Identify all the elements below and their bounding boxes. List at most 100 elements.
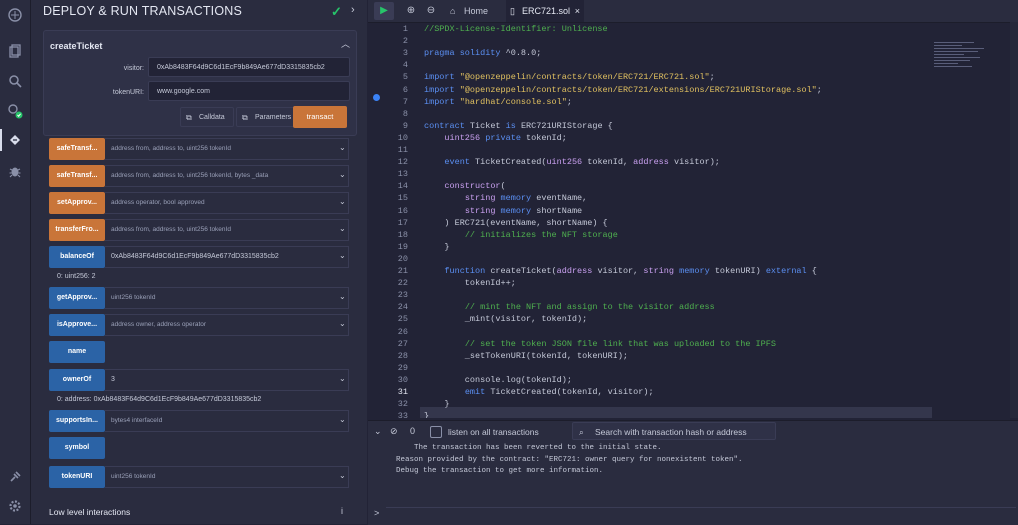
- minimap[interactable]: [934, 42, 994, 92]
- code-line[interactable]: import "hardhat/console.sol";: [424, 97, 572, 107]
- function-argument-input[interactable]: uint256 tokenId: [105, 466, 349, 488]
- line-number[interactable]: 12: [382, 157, 408, 167]
- calldata-button[interactable]: ⧉ Calldata: [180, 107, 234, 127]
- line-number[interactable]: 7: [382, 97, 408, 107]
- line-number[interactable]: 17: [382, 218, 408, 228]
- function-button[interactable]: ownerOf: [49, 369, 105, 391]
- run-button[interactable]: ▶: [374, 2, 394, 20]
- code-line[interactable]: function createTicket(address visitor, s…: [424, 266, 816, 276]
- code-line[interactable]: string memory eventName,: [424, 193, 587, 203]
- code-line[interactable]: tokenId++;: [424, 278, 516, 288]
- line-number[interactable]: 14: [382, 181, 408, 191]
- transact-button[interactable]: transact: [293, 106, 347, 128]
- code-line[interactable]: string memory shortName: [424, 206, 582, 216]
- code-line[interactable]: emit TicketCreated(tokenId, visitor);: [424, 387, 654, 397]
- function-button[interactable]: safeTransf...: [49, 165, 105, 187]
- zoom-in-icon[interactable]: ⊕: [402, 3, 420, 19]
- clear-console-icon[interactable]: ⊘: [390, 426, 398, 437]
- code-line[interactable]: pragma solidity ^0.8.0;: [424, 48, 541, 58]
- code-line[interactable]: }: [424, 411, 429, 418]
- line-number[interactable]: 1: [382, 24, 408, 34]
- line-number[interactable]: 20: [382, 254, 408, 264]
- debugger-icon[interactable]: [6, 162, 24, 180]
- breakpoint-icon[interactable]: [373, 94, 380, 101]
- line-number[interactable]: 23: [382, 290, 408, 300]
- compiler-icon[interactable]: [6, 102, 24, 120]
- line-number[interactable]: 19: [382, 242, 408, 252]
- visitor-input[interactable]: 0xAb8483F64d9C6d1EcF9b849Ae677dD3315835c…: [148, 57, 350, 77]
- line-number[interactable]: 16: [382, 206, 408, 216]
- code-line[interactable]: _setTokenURI(tokenId, tokenURI);: [424, 351, 628, 361]
- chevron-down-icon[interactable]: ⌄: [339, 292, 346, 301]
- plugin-icon[interactable]: [6, 468, 24, 486]
- chevron-down-icon[interactable]: ⌄: [339, 374, 346, 383]
- line-number[interactable]: 32: [382, 399, 408, 409]
- tab-erc721[interactable]: ▯ ERC721.sol ×: [506, 0, 584, 22]
- line-number[interactable]: 5: [382, 72, 408, 82]
- line-number[interactable]: 28: [382, 351, 408, 361]
- function-argument-input[interactable]: 3: [105, 369, 349, 391]
- function-button[interactable]: balanceOf: [49, 246, 105, 268]
- function-button[interactable]: getApprov...: [49, 287, 105, 309]
- line-number[interactable]: 26: [382, 327, 408, 337]
- line-number[interactable]: 9: [382, 121, 408, 131]
- chevron-right-icon[interactable]: ›: [351, 4, 355, 16]
- chevron-down-icon[interactable]: ⌄: [339, 143, 346, 152]
- code-line[interactable]: console.log(tokenId);: [424, 375, 572, 385]
- collapse-terminal-icon[interactable]: ⌄: [374, 426, 382, 437]
- code-line[interactable]: }: [424, 399, 449, 409]
- code-line[interactable]: import "@openzeppelin/contracts/token/ER…: [424, 72, 715, 82]
- line-number[interactable]: 33: [382, 411, 408, 418]
- terminal-input[interactable]: [386, 507, 1016, 524]
- line-number[interactable]: 27: [382, 339, 408, 349]
- chevron-down-icon[interactable]: ⌄: [339, 224, 346, 233]
- line-number[interactable]: 30: [382, 375, 408, 385]
- function-argument-input[interactable]: address from, address to, uint256 tokenI…: [105, 138, 349, 160]
- function-argument-input[interactable]: uint256 tokenId: [105, 287, 349, 309]
- code-line[interactable]: import "@openzeppelin/contracts/token/ER…: [424, 85, 822, 95]
- tokenuri-input[interactable]: www.google.com: [148, 81, 350, 101]
- editor-scrollbar[interactable]: [1010, 22, 1018, 418]
- line-number[interactable]: 21: [382, 266, 408, 276]
- code-line[interactable]: _mint(visitor, tokenId);: [424, 314, 587, 324]
- line-number[interactable]: 2: [382, 36, 408, 46]
- chevron-down-icon[interactable]: ⌄: [339, 251, 346, 260]
- function-button[interactable]: name: [49, 341, 105, 363]
- chevron-up-icon[interactable]: ︿: [341, 37, 350, 50]
- settings-icon[interactable]: [6, 497, 24, 515]
- function-button[interactable]: tokenURI: [49, 466, 105, 488]
- function-argument-input[interactable]: address owner, address operator: [105, 314, 349, 336]
- line-number[interactable]: 24: [382, 302, 408, 312]
- line-number[interactable]: 15: [382, 193, 408, 203]
- chevron-down-icon[interactable]: ⌄: [339, 197, 346, 206]
- line-number[interactable]: 13: [382, 169, 408, 179]
- line-number[interactable]: 6: [382, 85, 408, 95]
- code-line[interactable]: constructor(: [424, 181, 505, 191]
- code-line[interactable]: ) ERC721(eventName, shortName) {: [424, 218, 607, 228]
- function-argument-input[interactable]: bytes4 interfaceId: [105, 410, 349, 432]
- function-argument-input[interactable]: address from, address to, uint256 tokenI…: [105, 219, 349, 241]
- chevron-down-icon[interactable]: ⌄: [339, 319, 346, 328]
- chevron-down-icon[interactable]: ⌄: [339, 471, 346, 480]
- function-button[interactable]: transferFro...: [49, 219, 105, 241]
- parameters-button[interactable]: ⧉ Parameters: [236, 107, 298, 127]
- line-number[interactable]: 10: [382, 133, 408, 143]
- line-number[interactable]: 18: [382, 230, 408, 240]
- function-button[interactable]: supportsIn...: [49, 410, 105, 432]
- line-number[interactable]: 31: [382, 387, 408, 397]
- transaction-search-input[interactable]: ⌕ Search with transaction hash or address: [572, 422, 776, 440]
- function-button[interactable]: symbol: [49, 437, 105, 459]
- home-icon[interactable]: [6, 6, 24, 24]
- line-number[interactable]: 29: [382, 363, 408, 373]
- function-argument-input[interactable]: address from, address to, uint256 tokenI…: [105, 165, 349, 187]
- function-argument-input[interactable]: 0xAb8483F64d9C6d1EcF9b849Ae677dD3315835c…: [105, 246, 349, 268]
- chevron-down-icon[interactable]: ⌄: [339, 170, 346, 179]
- search-icon[interactable]: [6, 72, 24, 90]
- code-line[interactable]: // initializes the NFT storage: [424, 230, 618, 240]
- function-button[interactable]: setApprov...: [49, 192, 105, 214]
- deploy-icon[interactable]: [6, 131, 24, 149]
- code-line[interactable]: contract Ticket is ERC721URIStorage {: [424, 121, 613, 131]
- file-explorer-icon[interactable]: [6, 42, 24, 60]
- zoom-out-icon[interactable]: ⊖: [422, 3, 440, 19]
- code-line[interactable]: event TicketCreated(uint256 tokenId, add…: [424, 157, 720, 167]
